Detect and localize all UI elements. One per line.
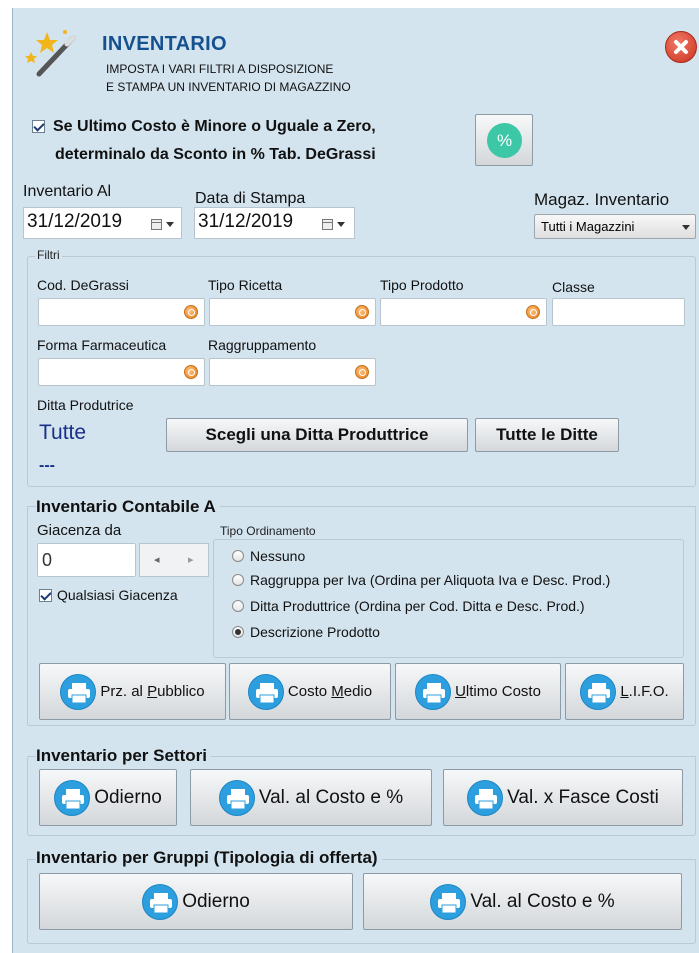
window-title: INVENTARIO (102, 33, 227, 55)
tipo-ricetta-label: Tipo Ricetta (208, 277, 283, 293)
data-stampa-date-picker[interactable]: 31/12/2019 (194, 207, 355, 239)
search-icon[interactable] (355, 365, 369, 379)
search-icon[interactable] (526, 305, 540, 319)
magazzino-select[interactable]: Tutti i Magazzini (534, 214, 696, 239)
lifo-button[interactable]: L.I.F.O. (565, 663, 684, 720)
gruppi-val-costo-button[interactable]: Val. al Costo e % (363, 873, 682, 930)
scegli-ditta-label: Scegli una Ditta Produttrice (205, 425, 429, 444)
search-icon[interactable] (355, 305, 369, 319)
ultimo-costo-label: Ultimo Costo (455, 683, 541, 700)
inventario-al-date-picker[interactable]: 31/12/2019 (23, 207, 182, 239)
tutte-ditte-button[interactable]: Tutte le Ditte (475, 418, 619, 452)
settori-heading: Inventario per Settori (36, 746, 211, 766)
ultimo-costo-label-line2: determinalo da Sconto in % Tab. DeGrassi (55, 146, 376, 163)
subtitle-line-1: IMPOSTA I VARI FILTRI A DISPOSIZIONE (106, 62, 334, 76)
radio-nessuno-label: Nessuno (250, 548, 306, 564)
ordinamento-legend: Tipo Ordinamento (218, 524, 318, 538)
inventario-al-label: Inventario Al (23, 183, 112, 200)
printer-icon (580, 673, 617, 710)
radio-ditta-produttrice[interactable] (232, 600, 244, 612)
search-icon[interactable] (184, 305, 198, 319)
inventario-al-value: 31/12/2019 (27, 211, 123, 232)
costo-medio-button[interactable]: Costo Medio (229, 663, 391, 720)
search-icon[interactable] (184, 365, 198, 379)
giacenza-stepper[interactable]: ◂ ▸ (139, 543, 209, 577)
data-stampa-value: 31/12/2019 (198, 211, 294, 232)
cod-degrassi-label: Cod. DeGrassi (37, 277, 129, 293)
raggruppamento-field[interactable] (209, 358, 376, 386)
percent-icon: % (487, 123, 522, 158)
inventory-window: INVENTARIO IMPOSTA I VARI FILTRI A DISPO… (12, 8, 699, 953)
settori-odierno-button[interactable]: Odierno (39, 769, 177, 826)
chevron-down-icon[interactable] (337, 222, 345, 227)
costo-medio-label: Costo Medio (287, 683, 373, 700)
printer-icon (247, 673, 284, 710)
classe-label: Classe (552, 279, 595, 295)
data-stampa-label: Data di Stampa (195, 190, 306, 207)
ditta-produtrice-code: --- (39, 457, 55, 474)
scegli-ditta-button[interactable]: Scegli una Ditta Produttrice (166, 418, 468, 452)
giacenza-label: Giacenza da (37, 522, 122, 539)
printer-icon (467, 779, 504, 816)
printer-icon (415, 673, 452, 710)
gruppi-odierno-button[interactable]: Odierno (39, 873, 353, 930)
gruppi-odierno-label: Odierno (182, 890, 250, 912)
radio-nessuno[interactable] (232, 550, 244, 562)
printer-icon (430, 883, 467, 920)
gruppi-heading: Inventario per Gruppi (Tipologia di offe… (36, 848, 382, 868)
close-icon[interactable] (665, 31, 697, 63)
magic-wand-icon (25, 24, 83, 82)
chevron-down-icon (682, 225, 690, 230)
ditta-produtrice-label: Ditta Produtrice (37, 397, 134, 413)
calendar-icon[interactable] (151, 219, 162, 230)
ditta-produtrice-value: Tutte (39, 421, 87, 444)
printer-icon (54, 779, 91, 816)
tipo-prodotto-field[interactable] (380, 298, 547, 326)
increment-icon[interactable]: ▸ (188, 553, 194, 566)
radio-ditta-produttrice-label: Ditta Produttrice (Ordina per Cod. Ditta… (250, 598, 585, 614)
printer-icon (218, 779, 255, 816)
forma-farmaceutica-field[interactable] (38, 358, 205, 386)
percent-button[interactable]: % (475, 114, 533, 166)
settori-val-fasce-button[interactable]: Val. x Fasce Costi (443, 769, 683, 826)
gruppi-val-costo-label: Val. al Costo e % (470, 890, 615, 912)
ultimo-costo-button[interactable]: Ultimo Costo (395, 663, 561, 720)
qualsiasi-giacenza-checkbox[interactable] (39, 589, 52, 602)
radio-raggruppa-iva[interactable] (232, 574, 244, 586)
ultimo-costo-label-line1: Se Ultimo Costo è Minore o Uguale a Zero… (53, 118, 376, 135)
contabile-heading: Inventario Contabile A (36, 497, 220, 517)
magazzino-label: Magaz. Inventario (534, 190, 670, 209)
forma-farmaceutica-label: Forma Farmaceutica (37, 337, 167, 353)
radio-descrizione-prodotto[interactable] (232, 626, 244, 638)
raggruppamento-label: Raggruppamento (208, 337, 317, 353)
settori-val-fasce-label: Val. x Fasce Costi (507, 786, 659, 808)
prezzo-pubblico-button[interactable]: Prz. al Pubblico (39, 663, 226, 720)
giacenza-field[interactable]: 0 (37, 543, 136, 577)
qualsiasi-giacenza-label: Qualsiasi Giacenza (57, 587, 178, 603)
settori-val-costo-button[interactable]: Val. al Costo e % (190, 769, 432, 826)
cod-degrassi-field[interactable] (38, 298, 205, 326)
lifo-label: L.I.F.O. (620, 683, 669, 700)
subtitle-line-2: E STAMPA UN INVENTARIO DI MAGAZZINO (106, 80, 351, 94)
classe-field[interactable] (552, 298, 685, 326)
printer-icon (60, 673, 97, 710)
radio-descrizione-prodotto-label: Descrizione Prodotto (250, 624, 380, 640)
filtri-legend: Filtri (35, 248, 62, 262)
prezzo-pubblico-label: Prz. al Pubblico (100, 683, 205, 700)
ultimo-costo-checkbox[interactable] (32, 120, 45, 133)
tutte-ditte-label: Tutte le Ditte (496, 425, 598, 444)
chevron-down-icon[interactable] (166, 222, 174, 227)
settori-odierno-label: Odierno (94, 786, 162, 808)
radio-raggruppa-iva-label: Raggruppa per Iva (Ordina per Aliquota I… (250, 572, 611, 588)
calendar-icon[interactable] (322, 219, 333, 230)
settori-val-costo-label: Val. al Costo e % (258, 786, 404, 808)
tipo-ricetta-field[interactable] (209, 298, 376, 326)
printer-icon (142, 883, 179, 920)
decrement-icon[interactable]: ◂ (154, 553, 160, 566)
tipo-prodotto-label: Tipo Prodotto (380, 277, 464, 293)
magazzino-selected-value: Tutti i Magazzini (541, 219, 635, 234)
giacenza-value: 0 (42, 550, 53, 570)
